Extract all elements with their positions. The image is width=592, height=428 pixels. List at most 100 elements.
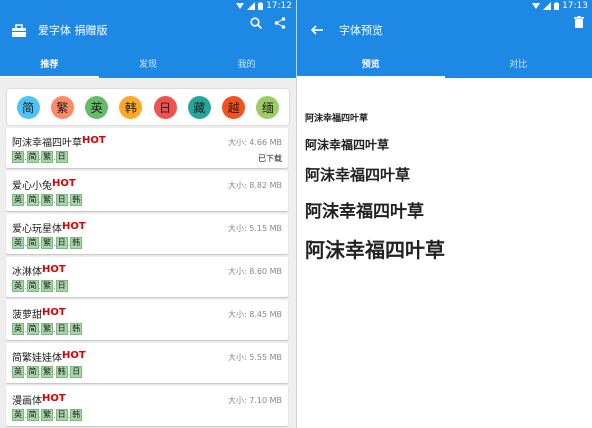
- font-card[interactable]: 漫画体HOT 大小: 7.10 MB 英.简.繁.日.韩: [6, 386, 288, 426]
- language-tags: 英.简.繁.日: [12, 151, 68, 163]
- app-bar: 爱字体 捐赠版: [0, 12, 296, 48]
- preview-sample-small: 阿沫幸福四叶草: [305, 114, 369, 124]
- lang-tag: 繁: [41, 280, 54, 292]
- chip-simplified[interactable]: 简: [16, 95, 40, 119]
- chip-english[interactable]: 英: [85, 95, 109, 119]
- language-filter: 简 繁 英 韩 日 藏 越 缅: [6, 88, 290, 126]
- lang-tag: 韩: [55, 366, 68, 378]
- chip-traditional[interactable]: 繁: [50, 95, 74, 119]
- right-header: 17:13 字体预览 预览 对比: [297, 0, 592, 78]
- lang-tag: 英: [12, 280, 24, 292]
- font-card[interactable]: 菠萝甜HOT 大小: 8.45 MB 英.简.繁.日.韩: [6, 300, 288, 340]
- preview-sample-xxlarge: 阿沫幸福四叶草: [305, 238, 445, 262]
- search-icon[interactable]: [250, 17, 262, 29]
- font-card[interactable]: 阿沫幸福四叶草HOT 大小: 4.66 MB 已下载 英.简.繁.日: [6, 128, 288, 168]
- app-title: 爱字体 捐赠版: [38, 24, 108, 37]
- lang-tag: 韩: [70, 323, 83, 335]
- font-name: 爱心玩星体: [12, 224, 62, 235]
- hot-badge: HOT: [42, 307, 66, 318]
- font-card[interactable]: 爱心小兔HOT 大小: 8.82 MB 英.简.繁.日.韩: [6, 171, 288, 211]
- right-tabs: 预览 对比: [297, 48, 592, 78]
- lang-tag: 繁: [41, 194, 54, 206]
- lang-tag: 英: [12, 323, 24, 335]
- language-tags: 英.简.繁.日.韩: [12, 323, 83, 335]
- app-bar: 字体预览: [297, 12, 592, 48]
- lang-tag: 日: [55, 280, 68, 292]
- preview-sample-medium: 阿沫幸福四叶草: [305, 138, 390, 152]
- chip-japanese[interactable]: 日: [153, 95, 177, 119]
- lang-tag: 繁: [41, 366, 54, 378]
- font-name: 阿沫幸福四叶草: [12, 138, 82, 149]
- tab-discover[interactable]: 发现: [99, 48, 198, 78]
- lang-tag: 简: [26, 366, 39, 378]
- font-card[interactable]: 简繁娃娃体HOT 大小: 5.55 MB 英.简.繁.韩.日: [6, 343, 288, 383]
- wifi-icon: [532, 3, 541, 9]
- clock: 17:12: [266, 1, 292, 11]
- font-size: 大小: 5.15 MB: [228, 224, 282, 233]
- tab-preview[interactable]: 预览: [297, 48, 445, 78]
- lang-tag: 英: [12, 409, 24, 421]
- lang-tag: 繁: [41, 409, 54, 421]
- left-header: 17:12 爱字体 捐赠版 推荐 发现 我的: [0, 0, 296, 78]
- font-list-pane: 17:12 爱字体 捐赠版 推荐 发现 我的 简 繁 英 韩 日 藏 越 缅 阿…: [0, 0, 296, 428]
- language-tags: 英.简.繁.韩.日: [12, 366, 83, 378]
- font-size: 大小: 8.60 MB: [228, 267, 282, 276]
- tab-recommend[interactable]: 推荐: [0, 48, 99, 78]
- lang-tag: 简: [26, 323, 39, 335]
- lang-tag: 繁: [41, 237, 54, 249]
- hot-badge: HOT: [42, 264, 66, 275]
- hot-badge: HOT: [52, 178, 76, 189]
- chip-korean[interactable]: 韩: [119, 95, 143, 119]
- lang-tag: 韩: [70, 409, 83, 421]
- share-icon[interactable]: [274, 17, 286, 29]
- font-size: 大小: 5.55 MB: [228, 353, 282, 362]
- font-name-line: 简繁娃娃体HOT: [12, 349, 86, 364]
- wifi-icon: [236, 3, 245, 9]
- lang-tag: 日: [55, 151, 68, 163]
- lang-tag: 英: [12, 237, 24, 249]
- lang-tag: 英: [12, 151, 24, 163]
- language-tags: 英.简.繁.日: [12, 280, 68, 292]
- download-status: 已下载: [258, 154, 282, 163]
- lang-tag: 简: [26, 280, 39, 292]
- lang-tag: 日: [70, 366, 83, 378]
- font-name: 简繁娃娃体: [12, 353, 62, 364]
- lang-tag: 日: [55, 323, 68, 335]
- font-name: 菠萝甜: [12, 310, 42, 321]
- lang-tag: 日: [55, 409, 68, 421]
- language-tags: 英.简.繁.日.韩: [12, 237, 83, 249]
- left-tabs: 推荐 发现 我的: [0, 48, 296, 78]
- chip-tibetan[interactable]: 藏: [187, 95, 211, 119]
- font-size: 大小: 8.82 MB: [228, 181, 282, 190]
- lang-tag: 简: [26, 194, 39, 206]
- back-arrow-icon[interactable]: [311, 25, 323, 35]
- lang-tag: 日: [55, 194, 68, 206]
- lang-tag: 英: [12, 194, 24, 206]
- chip-vietnamese[interactable]: 越: [222, 95, 246, 119]
- font-name-line: 阿沫幸福四叶草HOT: [12, 134, 106, 149]
- status-bar: 17:13: [297, 0, 592, 12]
- lang-tag: 繁: [41, 151, 54, 163]
- font-preview-pane: 17:13 字体预览 预览 对比 阿沫幸福四叶草 阿沫幸福四叶草 阿沫幸福四叶草…: [297, 0, 592, 428]
- preview-sample-large: 阿沫幸福四叶草: [305, 166, 411, 184]
- preview-title: 字体预览: [339, 24, 383, 37]
- lang-tag: 日: [55, 237, 68, 249]
- clock: 17:13: [562, 1, 588, 11]
- font-name-line: 冰淋体HOT: [12, 263, 66, 278]
- tab-compare[interactable]: 对比: [445, 48, 592, 78]
- preview-sample-xlarge: 阿沫幸福四叶草: [305, 202, 424, 222]
- tab-mine[interactable]: 我的: [197, 48, 296, 78]
- battery-icon: [554, 2, 560, 10]
- lang-tag: 英: [12, 366, 24, 378]
- font-card[interactable]: 爱心玩星体HOT 大小: 5.15 MB 英.简.繁.日.韩: [6, 214, 288, 254]
- lang-tag: 简: [26, 151, 39, 163]
- font-card[interactable]: 冰淋体HOT 大小: 8.60 MB 英.简.繁.日: [6, 257, 288, 297]
- status-bar: 17:12: [0, 0, 296, 12]
- toolbox-icon[interactable]: [12, 23, 26, 37]
- hot-badge: HOT: [82, 135, 106, 146]
- chip-burmese[interactable]: 缅: [256, 95, 280, 119]
- delete-icon[interactable]: [574, 16, 584, 28]
- font-size: 大小: 8.45 MB: [228, 310, 282, 319]
- signal-icon: [247, 2, 256, 10]
- lang-tag: 韩: [70, 194, 83, 206]
